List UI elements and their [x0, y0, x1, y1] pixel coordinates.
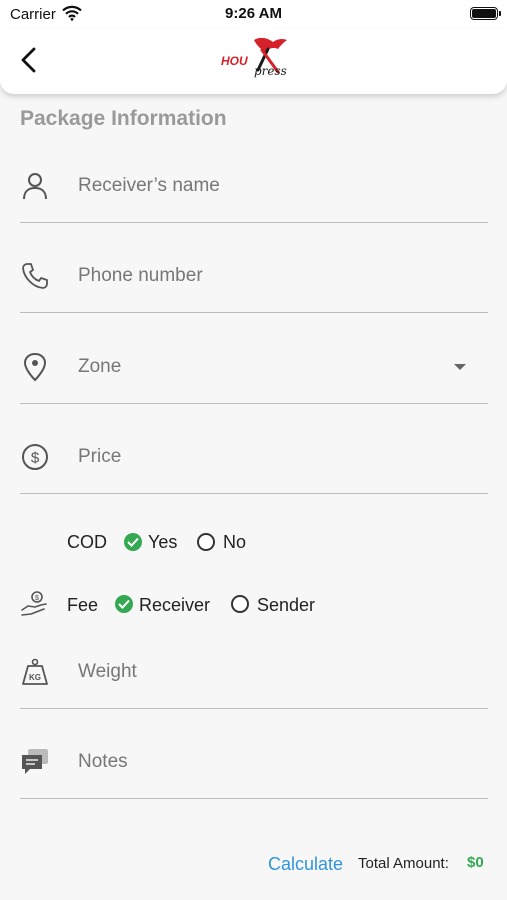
notes-field[interactable]: Notes [20, 709, 488, 799]
logo-text-press: press [254, 64, 287, 78]
weight-placeholder: Weight [78, 661, 137, 682]
receiver-name-field[interactable]: Receiver’s name [20, 133, 488, 223]
total-amount-value: $0 [467, 854, 484, 871]
cod-no-radio[interactable] [197, 533, 215, 551]
app-logo: HOU press [220, 36, 292, 82]
fee-label: Fee [67, 595, 99, 615]
total-amount-label: Total Amount: [358, 855, 449, 872]
price-placeholder: Price [78, 446, 122, 467]
weight-field[interactable]: KG Weight [20, 619, 488, 709]
phone-number-field[interactable]: Phone number [20, 223, 488, 313]
cod-no-label[interactable]: No [223, 532, 246, 553]
section-title: Package Information [20, 107, 227, 130]
status-bar: Carrier 9:26 AM [0, 0, 507, 28]
fee-receiver-label[interactable]: Receiver [139, 595, 210, 616]
battery-icon [470, 7, 501, 20]
fee-sender-radio[interactable] [231, 595, 249, 613]
cod-label: COD [67, 532, 107, 552]
location-pin-icon [23, 352, 47, 382]
receiver-name-placeholder: Receiver’s name [78, 175, 220, 196]
money-hand-icon: $ [21, 591, 47, 616]
cod-option-row: COD Yes No [0, 529, 507, 559]
chat-bubble-icon [22, 749, 48, 774]
kg-weight-icon: KG [22, 658, 48, 685]
zone-dropdown[interactable]: Zone [20, 314, 488, 404]
dropdown-arrow-icon [454, 364, 466, 370]
fee-sender-label[interactable]: Sender [257, 595, 315, 616]
fee-option-row: $ Fee Receiver Sender [0, 590, 507, 620]
svg-text:KG: KG [29, 673, 41, 682]
chevron-left-icon [21, 47, 36, 73]
phone-icon [22, 263, 48, 289]
fee-receiver-radio-checked-icon[interactable] [115, 595, 133, 613]
app-header: HOU press [0, 28, 507, 94]
back-button[interactable] [16, 44, 44, 76]
logo-text-hou: HOU [221, 54, 248, 68]
cod-yes-label[interactable]: Yes [148, 532, 177, 553]
calculate-button[interactable]: Calculate [268, 854, 343, 875]
notes-placeholder: Notes [78, 751, 128, 772]
dollar-circle-icon: $ [22, 444, 48, 470]
zone-placeholder: Zone [78, 356, 122, 377]
user-icon [23, 173, 47, 200]
cod-yes-radio-checked-icon[interactable] [124, 533, 142, 551]
status-time: 9:26 AM [225, 5, 282, 22]
phone-number-placeholder: Phone number [78, 265, 203, 286]
svg-text:$: $ [31, 450, 40, 467]
price-field[interactable]: $ Price [20, 404, 488, 494]
